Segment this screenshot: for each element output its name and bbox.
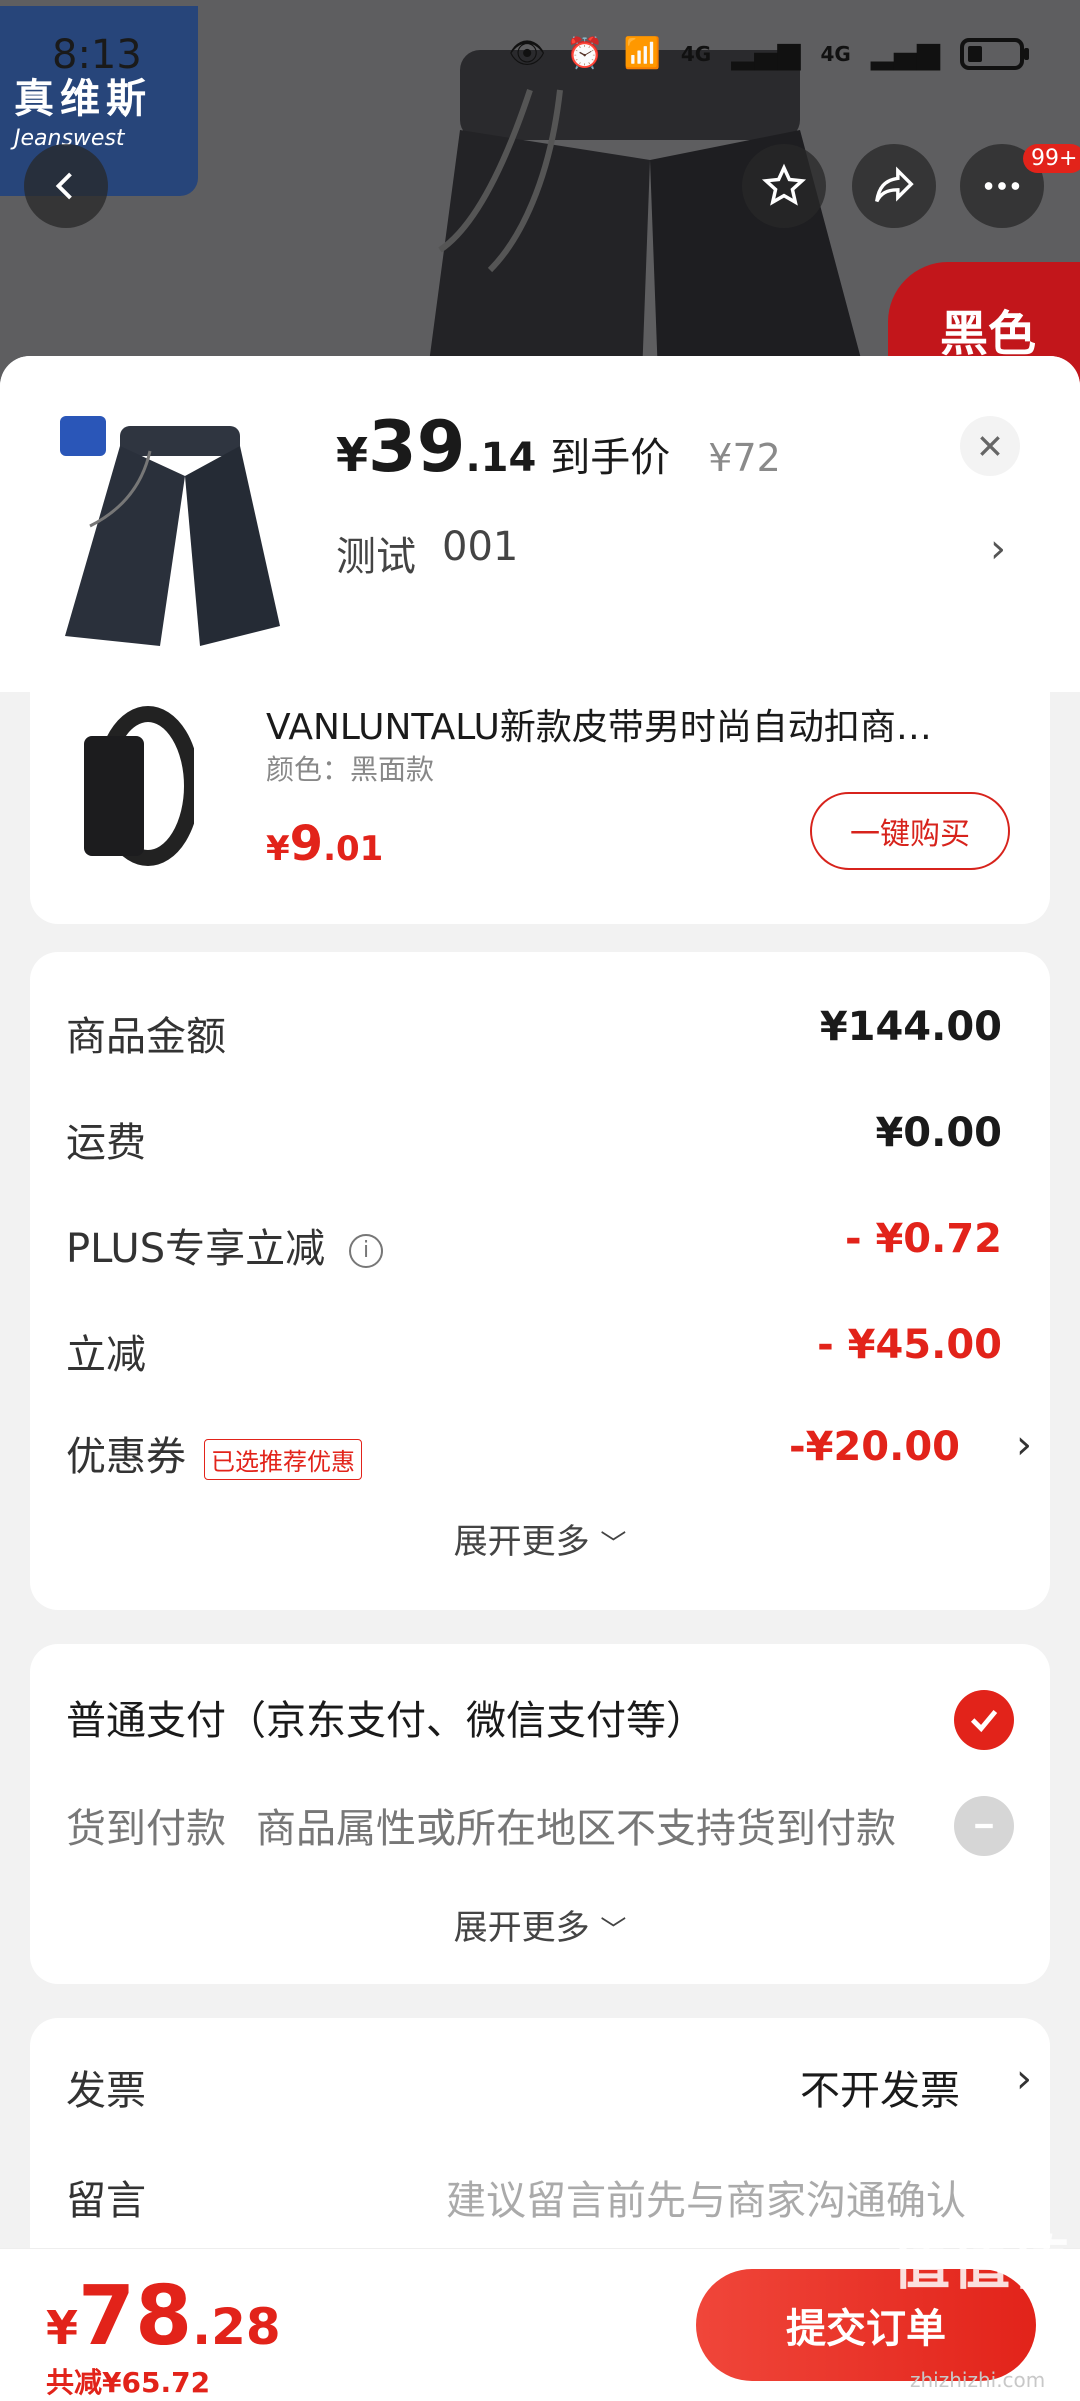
price-details-card: 商品金额 ¥144.00 运费 ¥0.00 PLUS专享立减 i - ¥0.72 …	[30, 952, 1050, 1610]
plus-discount-label: PLUS专享立减	[66, 1226, 326, 1272]
recommended-item-attr: 颜色：黑面款	[266, 753, 435, 786]
chevron-down-icon: ﹀	[600, 1916, 627, 1946]
expand-more-label: 展开更多	[453, 1908, 590, 1948]
total-price: ¥78.28	[46, 2269, 281, 2364]
wifi-icon: 📶	[623, 36, 661, 71]
price-row-shipping: 运费 ¥0.00	[66, 1106, 1016, 1166]
rec-price-currency: ¥	[266, 829, 290, 869]
checked-icon[interactable]	[954, 1690, 1014, 1750]
price-row-instant-discount: 立减 - ¥45.00	[66, 1318, 1016, 1378]
chevron-right-icon: ›	[1016, 2056, 1032, 2102]
product-summary: ¥ 39 .14 到手价 ¥72 测试 001 ›	[0, 356, 1080, 692]
rec-price-integer: 9	[289, 816, 324, 872]
recommended-item-price: ¥9.01	[266, 816, 383, 872]
belt-image	[84, 706, 194, 866]
original-price: ¥72	[708, 436, 781, 480]
invoice-label: 发票	[66, 2068, 146, 2114]
chevron-right-icon[interactable]: ›	[990, 526, 1006, 572]
total-integer: 78	[78, 2269, 193, 2364]
price-row-value: ¥0.00	[875, 1110, 1002, 1156]
price-row-value: - ¥45.00	[817, 1322, 1002, 1368]
price-decimal: .14	[465, 435, 537, 481]
watermark-url: zhizhizhi.com	[910, 2368, 1046, 2392]
battery-icon	[960, 37, 1029, 70]
share-button[interactable]	[852, 144, 936, 228]
payment-option-cod: 货到付款 商品属性或所在地区不支持货到付款	[66, 1796, 896, 1854]
total-saved: 共减¥65.72	[46, 2366, 211, 2399]
alarm-icon: ⏰	[566, 36, 604, 71]
total-decimal: .28	[192, 2298, 281, 2356]
network-4g-label: 4G	[680, 41, 712, 66]
price-row-label: 优惠券 已选推荐优惠	[66, 1424, 362, 1482]
price-integer: 39	[368, 406, 466, 488]
invoice-row[interactable]: 发票 不开发票 ›	[66, 2054, 1032, 2114]
watermark-logo: 值值值	[892, 2229, 1073, 2297]
order-sheet: ¥ 39 .14 到手价 ¥72 测试 001 › VANLUNTALU新款皮带…	[0, 356, 1080, 2400]
one-click-buy-button[interactable]: 一键购买	[810, 792, 1010, 870]
price-row-label: 立减	[66, 1332, 146, 1378]
cod-description: 商品属性或所在地区不支持货到付款	[256, 1806, 896, 1852]
status-icons: 👁 ⏰ 📶 4G ▂▄▆ 4G ▂▄▆	[508, 36, 1030, 71]
network-4g-label-2: 4G	[820, 41, 851, 66]
info-icon[interactable]: i	[349, 1234, 384, 1268]
recommended-item-card: VANLUNTALU新款皮带男时尚自动扣商… 颜色：黑面款 ¥9.01 一键购买	[30, 692, 1050, 924]
invoice-value: 不开发票	[800, 2068, 960, 2114]
price-label: 到手价	[550, 435, 671, 481]
price-currency: ¥	[336, 428, 369, 482]
price-row-label: PLUS专享立减 i	[66, 1216, 384, 1274]
price-row-value: ¥144.00	[819, 1004, 1002, 1050]
note-input[interactable]: 建议留言前先与商家沟通确认	[446, 2168, 966, 2226]
chevron-right-icon: ›	[1016, 1422, 1032, 1468]
price-row-value: -¥20.00	[789, 1424, 960, 1470]
rec-price-decimal: .01	[323, 829, 384, 869]
expand-more-label: 展开更多	[453, 1522, 590, 1562]
note-label: 留言	[66, 2178, 146, 2224]
chevron-down-icon: ﹀	[600, 1530, 627, 1560]
payment-option-label: 普通支付（京东支付、微信支付等）	[66, 1698, 706, 1744]
price-row-plus-discount: PLUS专享立减 i - ¥0.72	[66, 1212, 1016, 1272]
price-row-label: 运费	[66, 1120, 146, 1166]
cod-label: 货到付款	[66, 1806, 226, 1852]
variant-selector[interactable]: 测试 001	[336, 524, 518, 582]
more-dots-icon	[984, 182, 1020, 190]
recommended-item-title[interactable]: VANLUNTALU新款皮带男时尚自动扣商…	[266, 698, 1016, 750]
close-icon	[980, 436, 1000, 456]
coupon-status-tag: 已选推荐优惠	[204, 1438, 362, 1480]
product-thumbnail	[50, 406, 300, 656]
signal-icon: ▂▄▆	[731, 36, 801, 71]
disabled-icon	[954, 1796, 1014, 1856]
eye-icon: 👁	[508, 36, 547, 71]
pants-image	[424, 50, 872, 400]
status-time: 8:13	[52, 32, 142, 78]
variant-name: 测试	[336, 534, 416, 580]
price-row-label: 商品金额	[66, 1014, 226, 1060]
back-button[interactable]	[24, 144, 108, 228]
total-currency: ¥	[46, 2301, 79, 2355]
share-icon	[875, 166, 914, 203]
signal-icon-2: ▂▄▆	[870, 36, 940, 71]
close-button[interactable]	[960, 416, 1020, 476]
payment-method-card: 普通支付（京东支付、微信支付等） 货到付款 商品属性或所在地区不支持货到付款 展开…	[30, 1644, 1050, 1984]
expand-more-button[interactable]: 展开更多 ﹀	[30, 1900, 1050, 1949]
favorite-button[interactable]	[742, 144, 826, 228]
star-icon	[761, 163, 807, 206]
notification-badge: 99+	[1023, 144, 1080, 173]
brand-name-en: Jeanswest	[14, 126, 125, 151]
back-arrow-icon	[55, 172, 72, 200]
expand-more-button[interactable]: 展开更多 ﹀	[30, 1514, 1050, 1563]
thumbnail-brand-logo	[60, 416, 106, 456]
price-row-goods: 商品金额 ¥144.00	[66, 1000, 1016, 1060]
note-row[interactable]: 留言 建议留言前先与商家沟通确认	[66, 2164, 1016, 2224]
price-row-coupon[interactable]: 优惠券 已选推荐优惠 -¥20.00 ›	[66, 1420, 1032, 1482]
status-bar: 8:13 👁 ⏰ 📶 4G ▂▄▆ 4G ▂▄▆	[0, 30, 1080, 80]
variant-code: 001	[442, 524, 519, 570]
payment-option-normal[interactable]: 普通支付（京东支付、微信支付等）	[66, 1688, 706, 1746]
price-row-value: - ¥0.72	[844, 1216, 1002, 1262]
coupon-label: 优惠券	[66, 1434, 186, 1480]
product-price: ¥ 39 .14 到手价 ¥72	[336, 406, 781, 488]
